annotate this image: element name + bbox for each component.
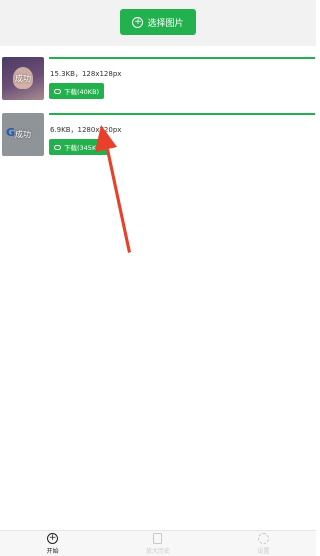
tab-label: 设置: [257, 547, 270, 555]
download-label: 下载(40KB): [64, 88, 100, 96]
plus-circle-icon: +: [47, 532, 59, 544]
list-item: 成功 15.3KB，128x128px 下载(40KB): [0, 56, 316, 104]
cloud-download-icon: [54, 144, 61, 150]
gear-icon: [257, 532, 269, 544]
progress-bar: [49, 113, 315, 115]
status-label: 成功: [15, 74, 31, 83]
download-button[interactable]: 下载(40KB): [49, 83, 105, 99]
tab-start[interactable]: + 开始: [0, 531, 105, 556]
tab-history[interactable]: 放大历史: [105, 531, 210, 556]
list-item: G 成功 6.9KB，1280x720px 下载(345KB): [0, 112, 316, 160]
download-label: 下载(345KB): [64, 144, 104, 152]
image-thumbnail[interactable]: 成功: [2, 57, 44, 100]
image-list: 成功 15.3KB，128x128px 下载(40KB) G 成功 6.9KB，…: [0, 46, 316, 530]
image-info: 15.3KB，128x128px: [50, 70, 122, 78]
status-label: 成功: [15, 130, 31, 139]
tab-label: 放大历史: [145, 547, 170, 555]
download-button[interactable]: 下载(345KB): [49, 139, 109, 155]
select-image-button[interactable]: + 选择图片: [120, 9, 196, 35]
tab-settings[interactable]: 设置: [211, 531, 316, 556]
select-image-label: 选择图片: [147, 18, 184, 29]
bottom-tab-bar: + 开始 放大历史 设置: [0, 530, 316, 556]
header-area: + 选择图片: [0, 0, 316, 46]
image-info: 6.9KB，1280x720px: [50, 126, 122, 134]
app-page: + 选择图片 成功 15.3KB，128x128px 下载(40KB) G 成功…: [0, 0, 316, 556]
image-thumbnail[interactable]: G 成功: [2, 113, 44, 156]
document-icon: [153, 532, 163, 544]
tab-label: 开始: [46, 547, 59, 555]
progress-bar: [49, 57, 315, 59]
cloud-download-icon: [54, 88, 61, 94]
plus-circle-icon: +: [132, 16, 144, 28]
